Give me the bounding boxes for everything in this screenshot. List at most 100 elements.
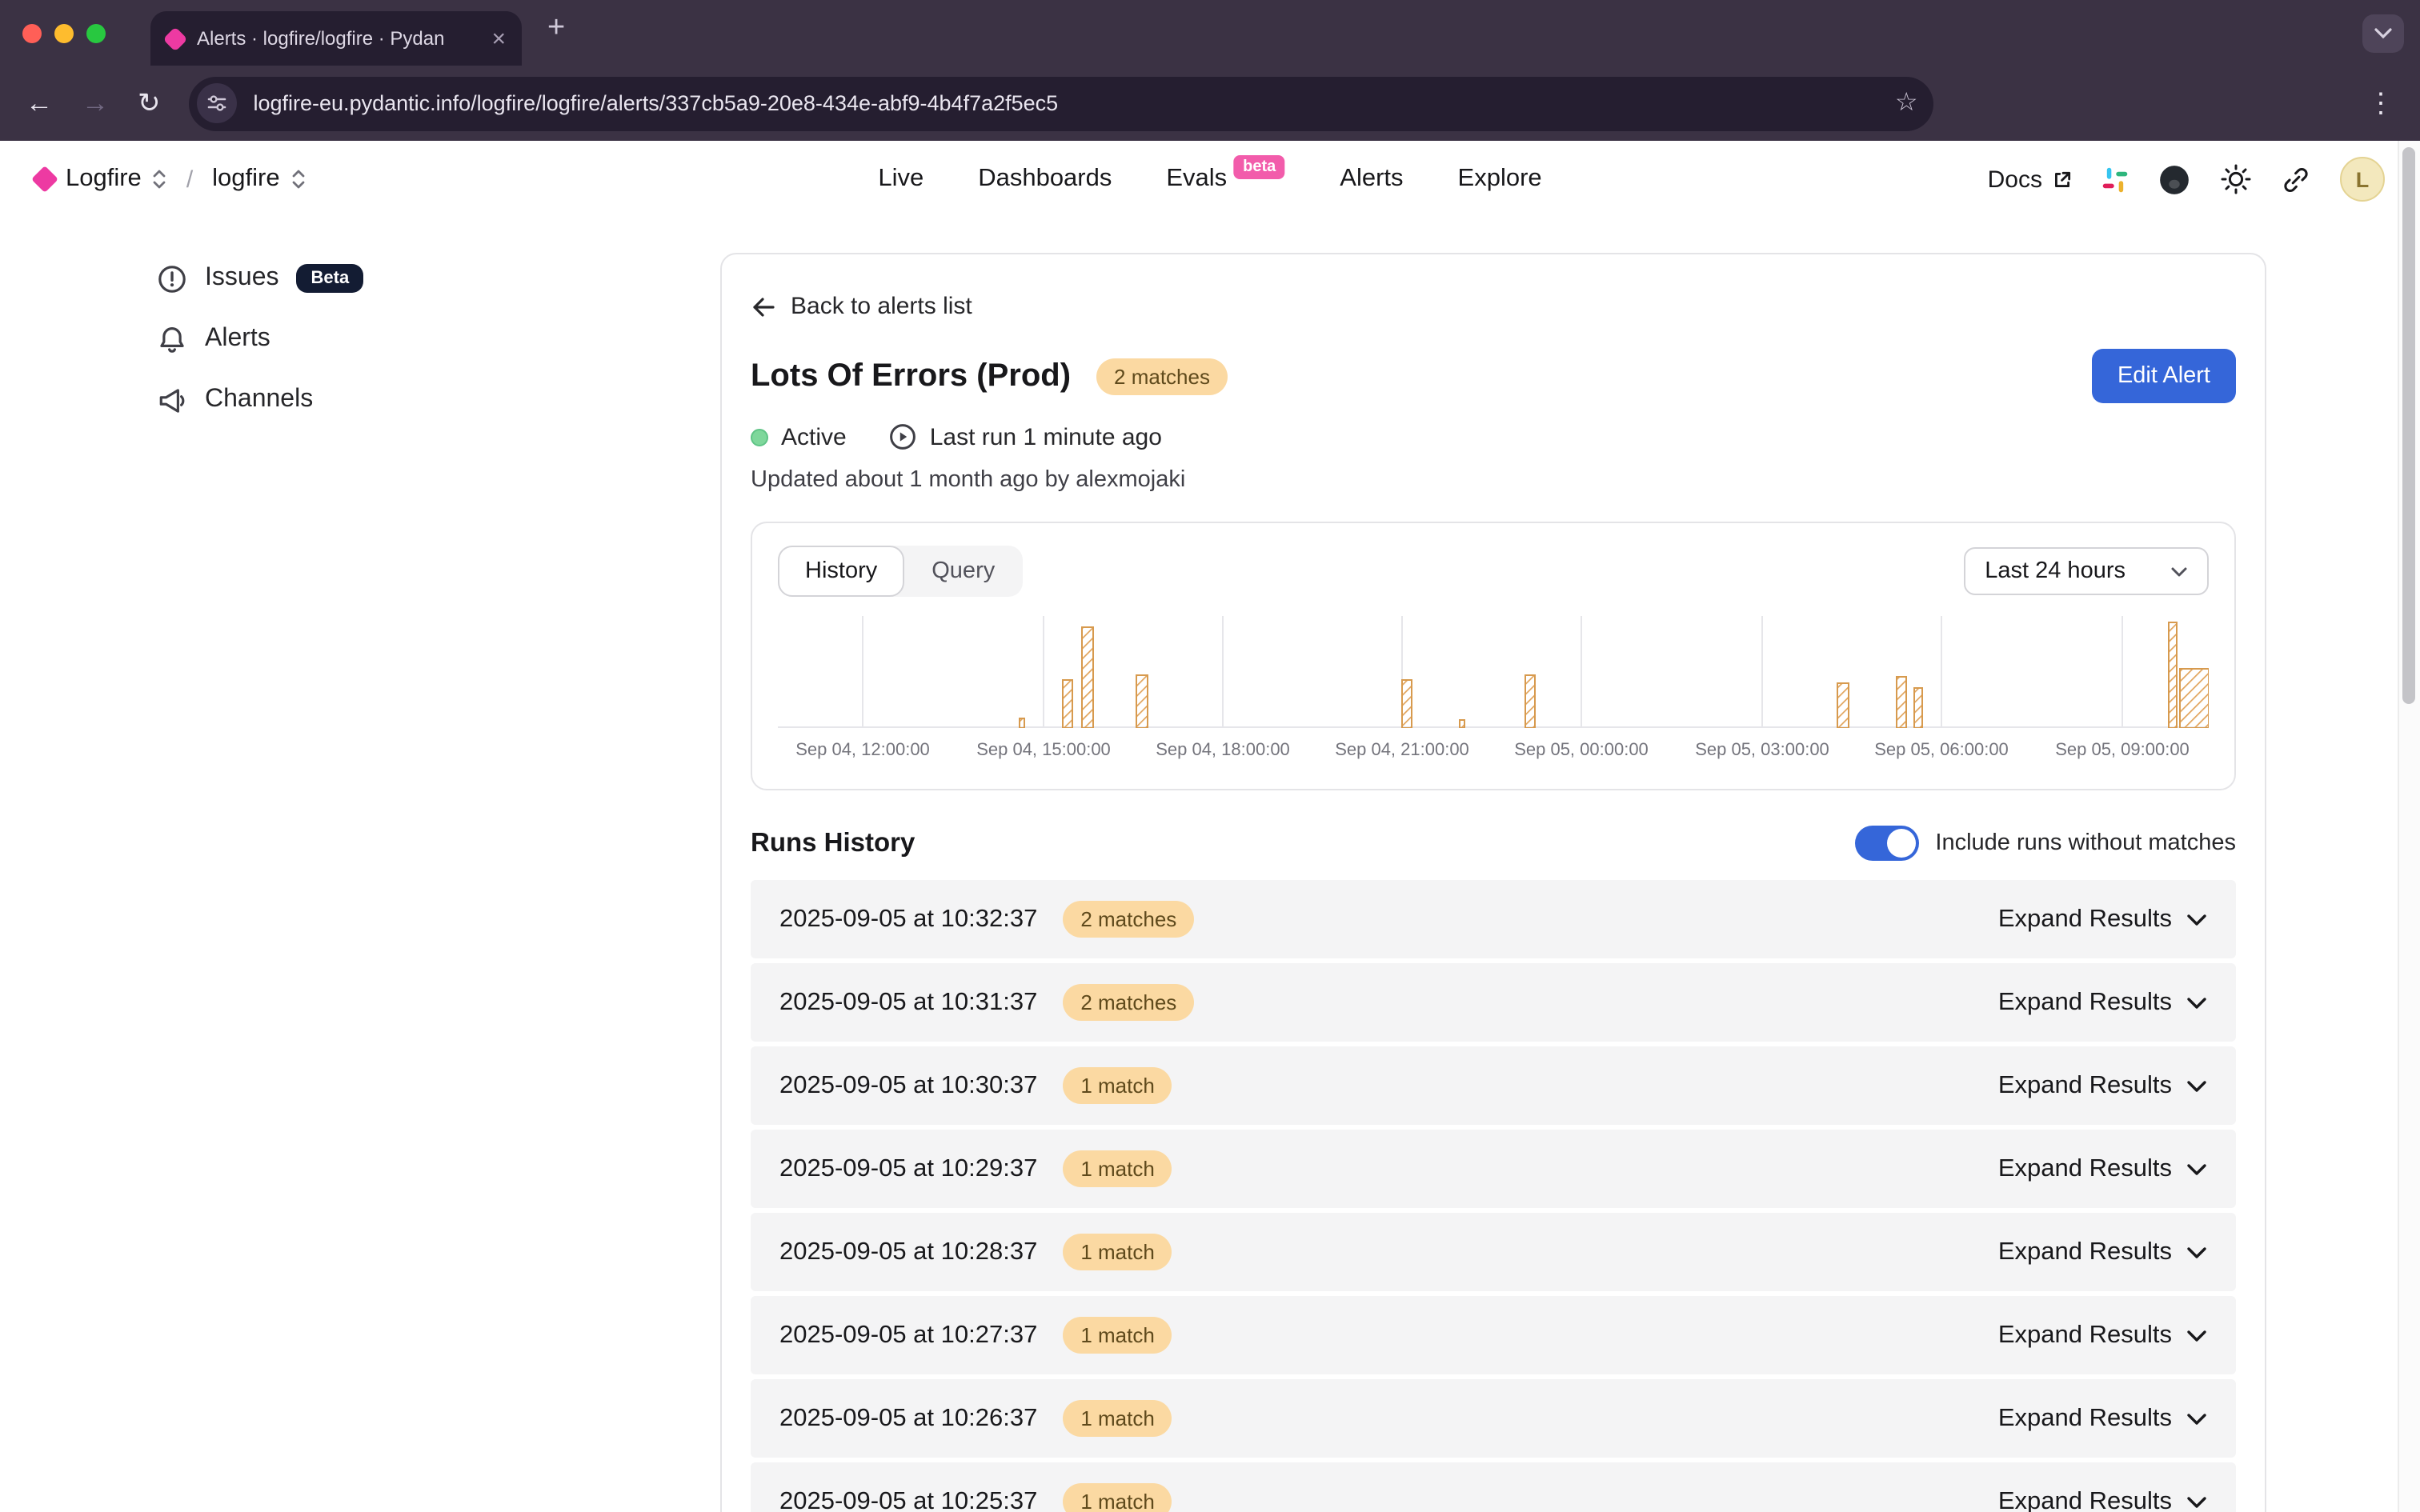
match-count-badge: 1 match [1063, 1483, 1172, 1512]
project-selector-icon[interactable] [291, 166, 306, 192]
chevron-down-icon [2186, 1495, 2207, 1508]
browser-toolbar: ← → ↻ logfire-eu.pydantic.info/logfire/l… [0, 66, 2420, 141]
run-row: 2025-09-05 at 10:30:37 1 match Expand Re… [751, 1046, 2236, 1125]
share-link-icon[interactable] [2281, 164, 2311, 194]
scrollbar-thumb[interactable] [2402, 147, 2415, 704]
bookmark-star-icon[interactable]: ☆ [1895, 90, 1918, 116]
runs-list: 2025-09-05 at 10:32:37 2 matches Expand … [751, 880, 2236, 1512]
run-row: 2025-09-05 at 10:32:37 2 matches Expand … [751, 880, 2236, 958]
page-scrollbar[interactable] [2398, 141, 2420, 1512]
expand-results-button[interactable]: Expand Results [1998, 1404, 2207, 1433]
project-name[interactable]: logfire [212, 165, 279, 194]
reload-icon[interactable]: ↻ [138, 90, 161, 117]
match-count-badge: 2 matches [1063, 901, 1194, 938]
minimize-window-button[interactable] [54, 23, 74, 42]
bell-icon [157, 324, 187, 354]
panel-tabs: History Query [778, 546, 1022, 597]
nav-alerts[interactable]: Alerts [1340, 165, 1403, 194]
updated-info: Updated about 1 month ago by alexmojaki [751, 467, 2236, 493]
time-range-select[interactable]: Last 24 hours [1964, 547, 2209, 595]
history-bar [2180, 669, 2209, 728]
history-bar [1402, 680, 1412, 728]
history-bar [1914, 688, 1922, 728]
browser-titlebar: Alerts · logfire/logfire · Pydan × + [0, 0, 2420, 66]
tab-search-button[interactable] [2362, 14, 2404, 53]
x-tick-label: Sep 05, 06:00:00 [1874, 741, 2009, 760]
expand-results-button[interactable]: Expand Results [1998, 1321, 2207, 1350]
github-icon[interactable] [2158, 162, 2191, 196]
forward-icon[interactable]: → [82, 90, 109, 117]
include-runs-toggle-wrap: Include runs without matches [1855, 826, 2236, 861]
issues-beta-badge: Beta [297, 264, 364, 293]
expand-results-button[interactable]: Expand Results [1998, 1487, 2207, 1512]
back-icon[interactable]: ← [26, 90, 53, 117]
evals-beta-badge: beta [1233, 155, 1285, 179]
sidebar: Issues Beta Alerts Channels [0, 218, 696, 442]
breadcrumb: Logfire / logfire [35, 165, 306, 194]
history-bar [1063, 680, 1072, 728]
history-bar [1136, 675, 1148, 728]
include-runs-toggle[interactable] [1855, 826, 1919, 861]
match-count-badge: 1 match [1063, 1317, 1172, 1354]
run-timestamp: 2025-09-05 at 10:32:37 [779, 905, 1037, 934]
nav-dashboards[interactable]: Dashboards [978, 165, 1112, 194]
tab-query[interactable]: Query [904, 546, 1022, 597]
x-tick-label: Sep 04, 15:00:00 [976, 741, 1111, 760]
address-bar[interactable]: logfire-eu.pydantic.info/logfire/logfire… [190, 76, 1934, 130]
close-window-button[interactable] [22, 23, 42, 42]
back-to-alerts-link[interactable]: Back to alerts list [751, 293, 2236, 320]
edit-alert-button[interactable]: Edit Alert [2092, 349, 2236, 403]
header-actions: Docs [1988, 157, 2385, 202]
site-info-icon[interactable] [198, 83, 238, 123]
play-circle-icon [888, 422, 917, 451]
browser-menu-icon[interactable]: ⋮ [2367, 90, 2394, 117]
nav-live[interactable]: Live [878, 165, 924, 194]
run-row: 2025-09-05 at 10:29:37 1 match Expand Re… [751, 1130, 2236, 1208]
runs-history-title: Runs History [751, 828, 915, 858]
nav-explore[interactable]: Explore [1458, 165, 1542, 194]
sidebar-item-issues[interactable]: Issues Beta [157, 259, 696, 298]
sidebar-item-channels[interactable]: Channels [157, 381, 696, 419]
run-row: 2025-09-05 at 10:27:37 1 match Expand Re… [751, 1296, 2236, 1374]
x-tick-label: Sep 05, 09:00:00 [2055, 741, 2190, 760]
tab-close-icon[interactable]: × [491, 26, 506, 50]
app-header: Logfire / logfire Live Dashboards Evalsb… [0, 141, 2420, 218]
run-timestamp: 2025-09-05 at 10:27:37 [779, 1321, 1037, 1350]
org-name[interactable]: Logfire [66, 165, 142, 194]
docs-link[interactable]: Docs [1988, 166, 2073, 193]
toggle-knob [1887, 829, 1916, 858]
alert-status: Active [751, 423, 847, 450]
chevron-down-icon [2186, 1329, 2207, 1342]
alert-detail-card: Back to alerts list Lots Of Errors (Prod… [720, 253, 2266, 1512]
sidebar-item-label: Issues [205, 264, 279, 293]
expand-results-button[interactable]: Expand Results [1998, 1154, 2207, 1183]
org-selector-icon[interactable] [153, 166, 167, 192]
zoom-window-button[interactable] [86, 23, 106, 42]
user-avatar[interactable]: L [2340, 157, 2385, 202]
megaphone-icon [157, 385, 187, 415]
theme-toggle-icon[interactable] [2220, 163, 2252, 195]
chevron-down-icon [2374, 27, 2393, 40]
expand-results-button[interactable]: Expand Results [1998, 988, 2207, 1017]
chevron-down-icon [2186, 1246, 2207, 1258]
main-content: Back to alerts list Lots Of Errors (Prod… [696, 218, 2420, 1512]
expand-results-button[interactable]: Expand Results [1998, 905, 2207, 934]
chevron-down-icon [2186, 1079, 2207, 1092]
expand-results-button[interactable]: Expand Results [1998, 1071, 2207, 1100]
alert-title: Lots Of Errors (Prod) [751, 358, 1071, 394]
history-bar [1460, 720, 1464, 728]
new-tab-button[interactable]: + [547, 13, 565, 43]
tab-history[interactable]: History [778, 546, 904, 597]
alert-circle-icon [157, 263, 187, 294]
browser-window: Alerts · logfire/logfire · Pydan × + ← →… [0, 0, 2420, 1512]
browser-tab[interactable]: Alerts · logfire/logfire · Pydan × [150, 11, 522, 66]
chevron-down-icon [2186, 913, 2207, 926]
run-timestamp: 2025-09-05 at 10:26:37 [779, 1404, 1037, 1433]
expand-results-button[interactable]: Expand Results [1998, 1238, 2207, 1266]
sidebar-item-alerts[interactable]: Alerts [157, 320, 696, 358]
run-timestamp: 2025-09-05 at 10:28:37 [779, 1238, 1037, 1266]
history-bar [1020, 718, 1024, 728]
nav-evals[interactable]: Evalsbeta [1166, 165, 1285, 194]
slack-icon[interactable] [2101, 166, 2129, 193]
tab-favicon [162, 26, 187, 50]
